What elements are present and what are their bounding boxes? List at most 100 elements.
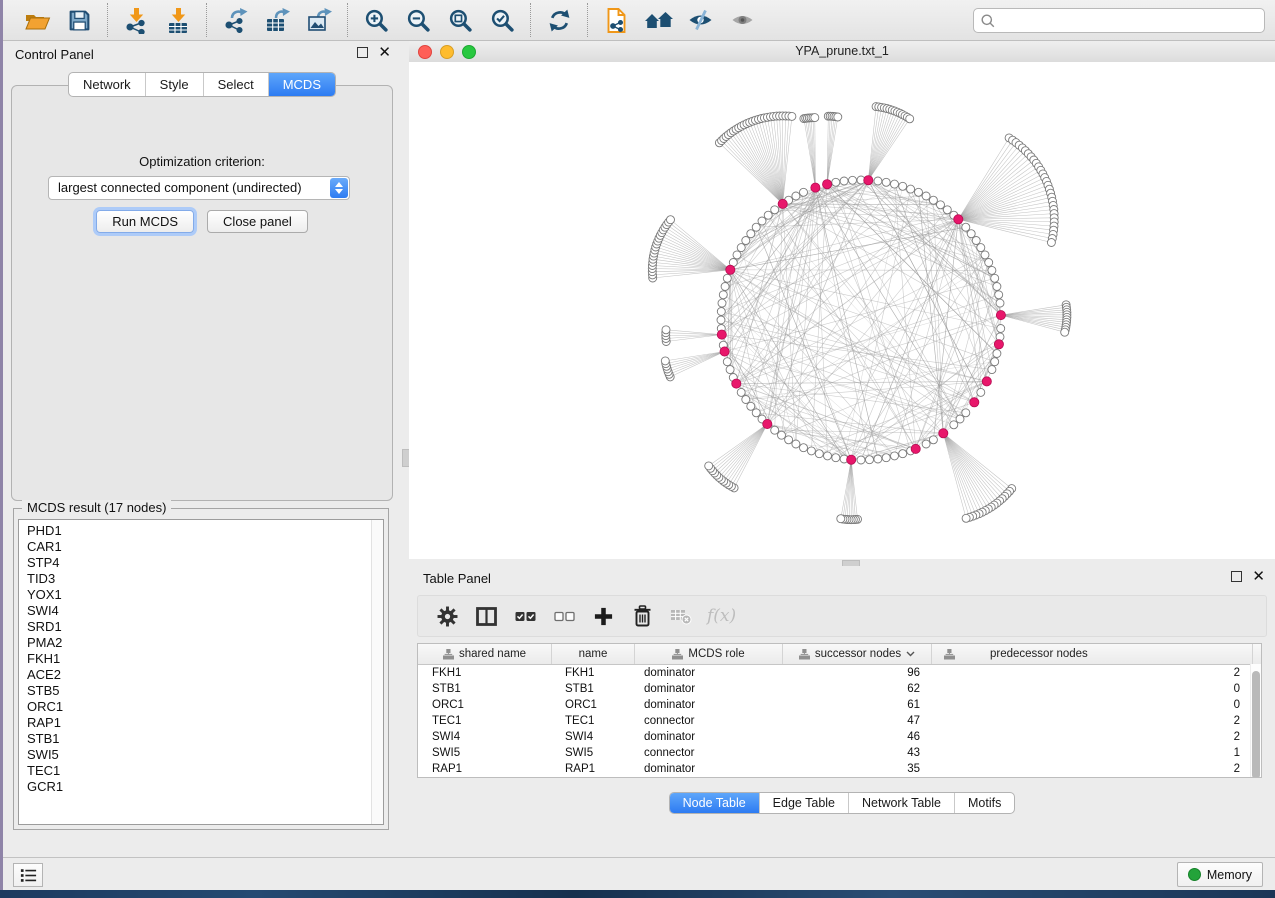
cell-name: SWI4 [552, 731, 635, 743]
select-all-button[interactable] [510, 601, 540, 631]
close-table-panel-icon[interactable]: ✕ [1252, 572, 1265, 581]
control-panel-title: Control Panel [15, 47, 94, 62]
memory-status-icon [1188, 868, 1201, 881]
new-network-from-file-button[interactable] [598, 4, 634, 36]
task-history-button[interactable] [13, 863, 43, 887]
table-row[interactable]: TEC1 TEC1 connector 47 2 [418, 713, 1261, 729]
application-window: Control Panel ✕ Network Style Select MCD… [3, 0, 1275, 890]
tab-network[interactable]: Network [69, 73, 145, 96]
mcds-result-list[interactable]: PHD1 CAR1 STP4 TID3 YOX1 SWI4 SRD1 PMA2 [18, 519, 384, 825]
network-window-titlebar[interactable]: YPA_prune.txt_1 [409, 41, 1275, 63]
mcds-result-item[interactable]: ORC1 [19, 699, 371, 715]
mcds-result-item[interactable]: ACE2 [19, 667, 371, 683]
mcds-result-item[interactable]: TEC1 [19, 763, 371, 779]
table-row[interactable]: RAP1 RAP1 dominator 35 2 [418, 761, 1261, 777]
global-search-field[interactable] [973, 8, 1265, 33]
mcds-result-item[interactable]: SRD1 [19, 619, 371, 635]
tab-mcds[interactable]: MCDS [268, 73, 335, 96]
mcds-result-item[interactable]: STB1 [19, 731, 371, 747]
choose-columns-button[interactable] [471, 601, 501, 631]
column-header-name[interactable]: name [552, 644, 635, 664]
zoom-fit-button[interactable] [442, 4, 478, 36]
plus-icon [594, 607, 613, 626]
open-session-button[interactable] [19, 4, 55, 36]
mcds-result-item[interactable]: STB5 [19, 683, 371, 699]
tab-style[interactable]: Style [145, 73, 203, 96]
zoom-selected-button[interactable] [484, 4, 520, 36]
mcds-result-item[interactable]: PMA2 [19, 635, 371, 651]
double-home-icon [644, 9, 673, 31]
cell-shared-name: FKH1 [418, 667, 552, 679]
mcds-result-item[interactable]: YOX1 [19, 587, 371, 603]
delete-table-button[interactable] [666, 601, 696, 631]
network-canvas[interactable] [409, 62, 1275, 559]
mcds-result-item[interactable]: TID3 [19, 571, 371, 587]
float-panel-icon[interactable] [357, 47, 368, 58]
column-header-successor-nodes[interactable]: successor nodes [783, 644, 932, 664]
show-panels-button[interactable] [724, 4, 760, 36]
table-scrollbar-thumb[interactable] [1252, 671, 1260, 778]
tab-edge-table[interactable]: Edge Table [759, 793, 848, 813]
mcds-list-scrollbar[interactable] [371, 520, 383, 824]
deselect-all-button[interactable] [549, 601, 579, 631]
table-settings-button[interactable] [432, 601, 462, 631]
column-header-shared-name[interactable]: shared name [418, 644, 552, 664]
refresh-button[interactable] [541, 4, 577, 36]
function-builder-button[interactable]: f(x) [707, 606, 736, 626]
export-table-button[interactable] [259, 4, 295, 36]
delete-column-button[interactable] [627, 601, 657, 631]
search-network-button[interactable] [640, 4, 676, 36]
column-label: shared name [459, 648, 526, 660]
export-image-icon [306, 7, 333, 33]
hide-panels-button[interactable] [682, 4, 718, 36]
mcds-result-item[interactable]: FKH1 [19, 651, 371, 667]
tab-node-table[interactable]: Node Table [670, 793, 759, 813]
column-header-predecessor-nodes[interactable]: predecessor nodes [932, 644, 1253, 664]
table-row[interactable]: SWI5 SWI5 connector 43 1 [418, 745, 1261, 761]
cell-successor-nodes: 43 [783, 747, 932, 759]
open-folder-icon [23, 8, 51, 33]
save-session-button[interactable] [61, 4, 97, 36]
table-row[interactable]: SWI4 SWI4 dominator 46 2 [418, 729, 1261, 745]
mcds-result-item[interactable]: SWI5 [19, 747, 371, 763]
gear-icon [437, 606, 458, 627]
mcds-result-item[interactable]: PHD1 [19, 523, 371, 539]
optimization-criterion-select[interactable]: largest connected component (undirected) [48, 176, 350, 200]
tab-network-table[interactable]: Network Table [848, 793, 954, 813]
close-panel-icon[interactable]: ✕ [378, 48, 391, 57]
mcds-result-item[interactable]: STP4 [19, 555, 371, 571]
export-network-button[interactable] [217, 4, 253, 36]
close-panel-button[interactable]: Close panel [207, 210, 308, 233]
toolbar-group-zoom [347, 3, 530, 37]
table-row[interactable]: ORC1 ORC1 dominator 61 0 [418, 697, 1261, 713]
cell-predecessor-nodes: 0 [932, 683, 1253, 695]
delete-table-icon [670, 607, 692, 625]
tab-select[interactable]: Select [203, 73, 268, 96]
mcds-result-item[interactable]: CAR1 [19, 539, 371, 555]
tab-motifs[interactable]: Motifs [954, 793, 1014, 813]
column-header-mcds-role[interactable]: MCDS role [635, 644, 783, 664]
import-network-button[interactable] [118, 4, 154, 36]
mcds-result-item[interactable]: RAP1 [19, 715, 371, 731]
zoom-in-button[interactable] [358, 4, 394, 36]
import-table-button[interactable] [160, 4, 196, 36]
add-column-button[interactable] [588, 601, 618, 631]
zoom-out-button[interactable] [400, 4, 436, 36]
mcds-result-item[interactable]: SWI4 [19, 603, 371, 619]
mcds-result-title: MCDS result (17 nodes) [22, 500, 171, 515]
mcds-result-item[interactable]: GCR1 [19, 779, 371, 795]
table-row[interactable]: STB1 STB1 dominator 62 0 [418, 681, 1261, 697]
export-image-button[interactable] [301, 4, 337, 36]
table-row[interactable]: ACE2 ACE2 connector 31 1 [418, 777, 1261, 778]
float-table-panel-icon[interactable] [1231, 571, 1242, 582]
table-scrollbar[interactable] [1250, 664, 1261, 777]
table-row[interactable]: FKH1 FKH1 dominator 96 2 [418, 665, 1261, 681]
search-input[interactable] [1000, 10, 1264, 32]
cell-mcds-role: dominator [635, 683, 783, 695]
cell-mcds-role: connector [635, 715, 783, 727]
memory-button[interactable]: Memory [1177, 862, 1263, 887]
run-mcds-button[interactable]: Run MCDS [96, 210, 194, 233]
control-panel: Control Panel ✕ Network Style Select MCD… [3, 41, 401, 850]
zoom-out-icon [406, 8, 431, 33]
horizontal-splitter[interactable] [409, 559, 1275, 566]
